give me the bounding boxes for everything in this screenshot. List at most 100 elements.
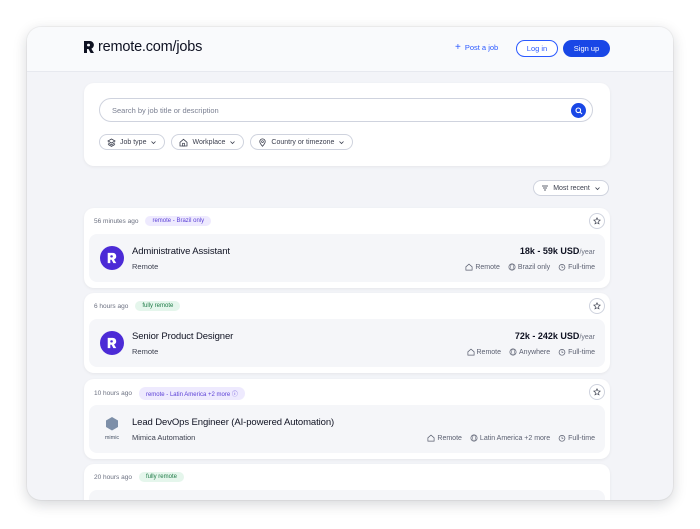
job-card[interactable]: 10 hours ago remote - Latin America +2 m… <box>84 379 610 459</box>
save-job-button[interactable] <box>589 298 605 314</box>
filter-bar: Job type Workplace Country or timezone <box>99 134 354 150</box>
filter-job-type-label: Job type <box>120 138 147 146</box>
job-meta: 10 hours ago remote - Latin America +2 m… <box>94 387 245 400</box>
tag-remote-label: Remote <box>437 434 462 442</box>
job-card[interactable]: 56 minutes ago remote - Brazil only Admi… <box>84 208 610 288</box>
tag-location: Brazil only <box>508 263 550 271</box>
company-avatar <box>100 246 124 270</box>
tag-remote: Remote <box>465 263 500 271</box>
top-navigation: remote.com/jobs + Post a job Log in Sign… <box>27 27 673 72</box>
posted-time: 20 hours ago <box>94 473 132 481</box>
location-pin-icon <box>259 138 267 147</box>
job-title[interactable]: Senior Product Designer <box>132 331 233 342</box>
filter-workplace[interactable]: Workplace <box>171 134 245 150</box>
login-button[interactable]: Log in <box>516 40 558 57</box>
clock-icon <box>558 263 566 271</box>
tag-remote: Remote <box>467 348 502 356</box>
job-details: Administrative Assistant Remote 18k - 59… <box>89 234 605 282</box>
clock-icon <box>558 348 566 356</box>
star-icon <box>593 388 601 396</box>
chevron-down-icon <box>594 186 600 190</box>
salary-period: /year <box>579 334 595 341</box>
tag-schedule: Full-time <box>558 348 595 356</box>
layers-icon <box>107 138 116 147</box>
post-job-label: Post a job <box>464 43 499 52</box>
job-card[interactable]: 20 hours ago fully remote <box>84 464 610 500</box>
remote-logo-icon <box>107 252 117 264</box>
post-job-link[interactable]: + Post a job <box>455 41 499 53</box>
location-badge: fully remote <box>135 301 181 311</box>
company-avatar <box>100 331 124 355</box>
salary-range: 18k - 59k USD <box>519 246 580 256</box>
search-input[interactable]: Search by job title or description <box>99 98 593 122</box>
location-badge: remote - Latin America +2 more ⓘ <box>138 387 245 400</box>
save-job-button[interactable] <box>589 384 605 400</box>
save-job-button[interactable] <box>589 213 605 229</box>
salary: 18k - 59k USD/year <box>520 246 595 256</box>
home-icon <box>180 138 188 146</box>
job-title[interactable]: Administrative Assistant <box>132 246 230 257</box>
job-meta: 6 hours ago fully remote <box>94 301 181 311</box>
job-card[interactable]: 6 hours ago fully remote Senior Product … <box>84 293 610 373</box>
home-icon <box>467 348 474 356</box>
company-logo: mimic <box>98 415 126 443</box>
job-title[interactable]: Lead DevOps Engineer (AI-powered Automat… <box>132 417 334 428</box>
search-button[interactable] <box>571 103 586 118</box>
job-details <box>89 490 605 500</box>
chevron-down-icon <box>339 140 345 144</box>
globe-icon <box>509 348 517 356</box>
tag-schedule-label: Full-time <box>568 263 595 271</box>
star-icon <box>593 217 601 225</box>
job-details: mimic Lead DevOps Engineer (AI-powered A… <box>89 405 605 453</box>
tag-location: Latin America +2 more <box>470 434 550 442</box>
remote-logo-icon <box>84 41 94 53</box>
plus-icon: + <box>455 41 461 53</box>
job-meta: 20 hours ago fully remote <box>94 472 184 482</box>
globe-icon <box>470 434 478 442</box>
posted-time: 6 hours ago <box>94 302 129 310</box>
sort-icon <box>542 185 549 191</box>
home-icon <box>465 263 473 271</box>
tag-location-label: Anywhere <box>519 348 551 356</box>
company-logo-text: mimic <box>105 435 120 441</box>
chevron-down-icon <box>151 140 157 144</box>
location-badge-label: remote - Latin America +2 more <box>145 392 231 398</box>
site-logo[interactable]: remote.com/jobs <box>82 39 202 55</box>
tag-schedule: Full-time <box>558 263 595 271</box>
tag-remote: Remote <box>427 434 462 442</box>
job-tags: Remote Anywhere Full-time <box>467 348 595 356</box>
tag-remote-label: Remote <box>476 348 502 356</box>
tag-schedule: Full-time <box>558 434 595 442</box>
search-icon <box>574 106 582 114</box>
sort-label: Most recent <box>553 184 590 192</box>
location-badge: fully remote <box>138 472 184 482</box>
tag-schedule-label: Full-time <box>568 434 595 442</box>
search-placeholder: Search by job title or description <box>112 106 219 115</box>
posted-time: 10 hours ago <box>94 390 132 397</box>
globe-icon <box>508 263 516 271</box>
location-badge: remote - Brazil only <box>145 216 212 226</box>
signup-button[interactable]: Sign up <box>563 40 610 57</box>
clock-icon <box>558 434 566 442</box>
browser-window: remote.com/jobs + Post a job Log in Sign… <box>27 27 673 500</box>
tag-remote-label: Remote <box>475 263 500 271</box>
home-icon <box>427 434 435 442</box>
filter-country-label: Country or timezone <box>271 138 335 146</box>
job-tags: Remote Latin America +2 more Full-time <box>427 434 595 442</box>
chevron-down-icon <box>230 140 236 144</box>
company-name: Remote <box>132 347 159 356</box>
filter-country-timezone[interactable]: Country or timezone <box>250 134 354 150</box>
company-name: Remote <box>132 262 159 271</box>
job-details: Senior Product Designer Remote 72k - 242… <box>89 319 605 367</box>
tag-location-label: Latin America +2 more <box>479 434 551 442</box>
logo-text: remote.com/jobs <box>98 39 203 55</box>
tag-location: Anywhere <box>509 348 550 356</box>
tag-location-label: Brazil only <box>517 263 551 271</box>
filter-job-type[interactable]: Job type <box>99 134 166 150</box>
sort-dropdown[interactable]: Most recent <box>533 180 609 196</box>
job-meta: 56 minutes ago remote - Brazil only <box>94 216 212 226</box>
search-panel: Search by job title or description Job t… <box>84 83 610 166</box>
posted-time: 56 minutes ago <box>94 217 139 225</box>
company-name: Mimica Automation <box>132 433 196 442</box>
job-tags: Remote Brazil only Full-time <box>465 263 595 271</box>
